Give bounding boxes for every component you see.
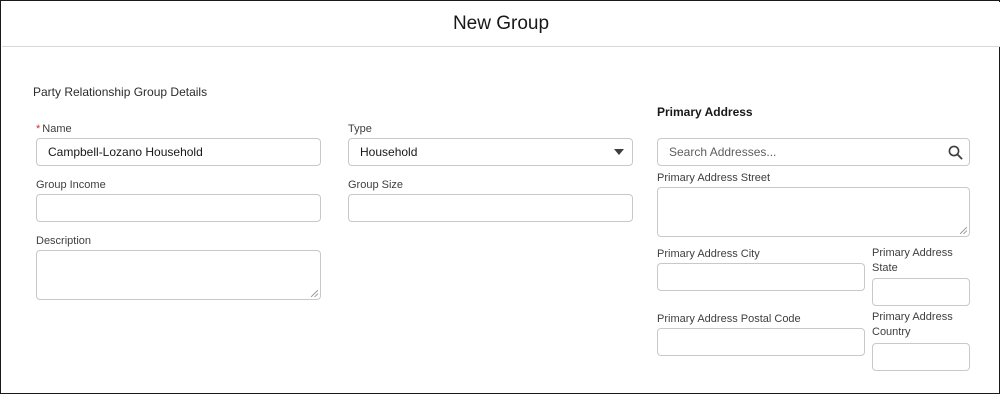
name-label: * Name <box>36 122 72 137</box>
group-size-input[interactable] <box>348 194 633 222</box>
group-size-label: Group Size <box>348 179 404 191</box>
state-label-line2: State <box>872 262 898 274</box>
country-label-line2: Country <box>872 326 911 338</box>
street-textarea[interactable] <box>657 187 970 237</box>
address-search-placeholder: Search Addresses... <box>669 145 777 159</box>
name-input[interactable]: Campbell-Lozano Household <box>36 138 321 166</box>
state-label-line1: Primary Address <box>872 247 953 259</box>
postal-code-label: Primary Address Postal Code <box>657 313 801 325</box>
city-label: Primary Address City <box>657 248 760 260</box>
section-title: Party Relationship Group Details <box>33 85 208 99</box>
group-income-input[interactable] <box>36 194 321 222</box>
postal-code-input[interactable] <box>657 328 865 356</box>
type-label: Type <box>348 123 372 135</box>
chevron-down-icon <box>614 149 624 155</box>
country-label-line1: Primary Address <box>872 311 953 323</box>
type-select[interactable]: Household <box>348 138 633 166</box>
country-input[interactable] <box>872 343 970 371</box>
new-group-modal: New Group Party Relationship Group Detai… <box>0 0 1000 394</box>
description-label: Description <box>36 235 92 247</box>
resize-handle-icon[interactable] <box>311 290 318 297</box>
state-label: Primary Address State <box>872 246 953 276</box>
primary-address-heading: Primary Address <box>657 105 753 119</box>
description-textarea[interactable] <box>36 250 321 300</box>
modal-title: New Group <box>452 13 550 34</box>
group-income-label: Group Income <box>36 179 106 191</box>
country-label: Primary Address Country <box>872 310 953 340</box>
required-marker: * <box>36 123 41 135</box>
state-input[interactable] <box>872 278 970 306</box>
street-label: Primary Address Street <box>657 172 771 184</box>
address-search-input[interactable]: Search Addresses... <box>657 138 970 166</box>
search-icon[interactable] <box>948 145 963 160</box>
name-label-text: Name <box>42 123 72 135</box>
type-select-value: Household <box>360 145 418 159</box>
city-input[interactable] <box>657 263 865 291</box>
modal-header: New Group <box>2 2 1000 47</box>
resize-handle-icon[interactable] <box>960 227 967 234</box>
